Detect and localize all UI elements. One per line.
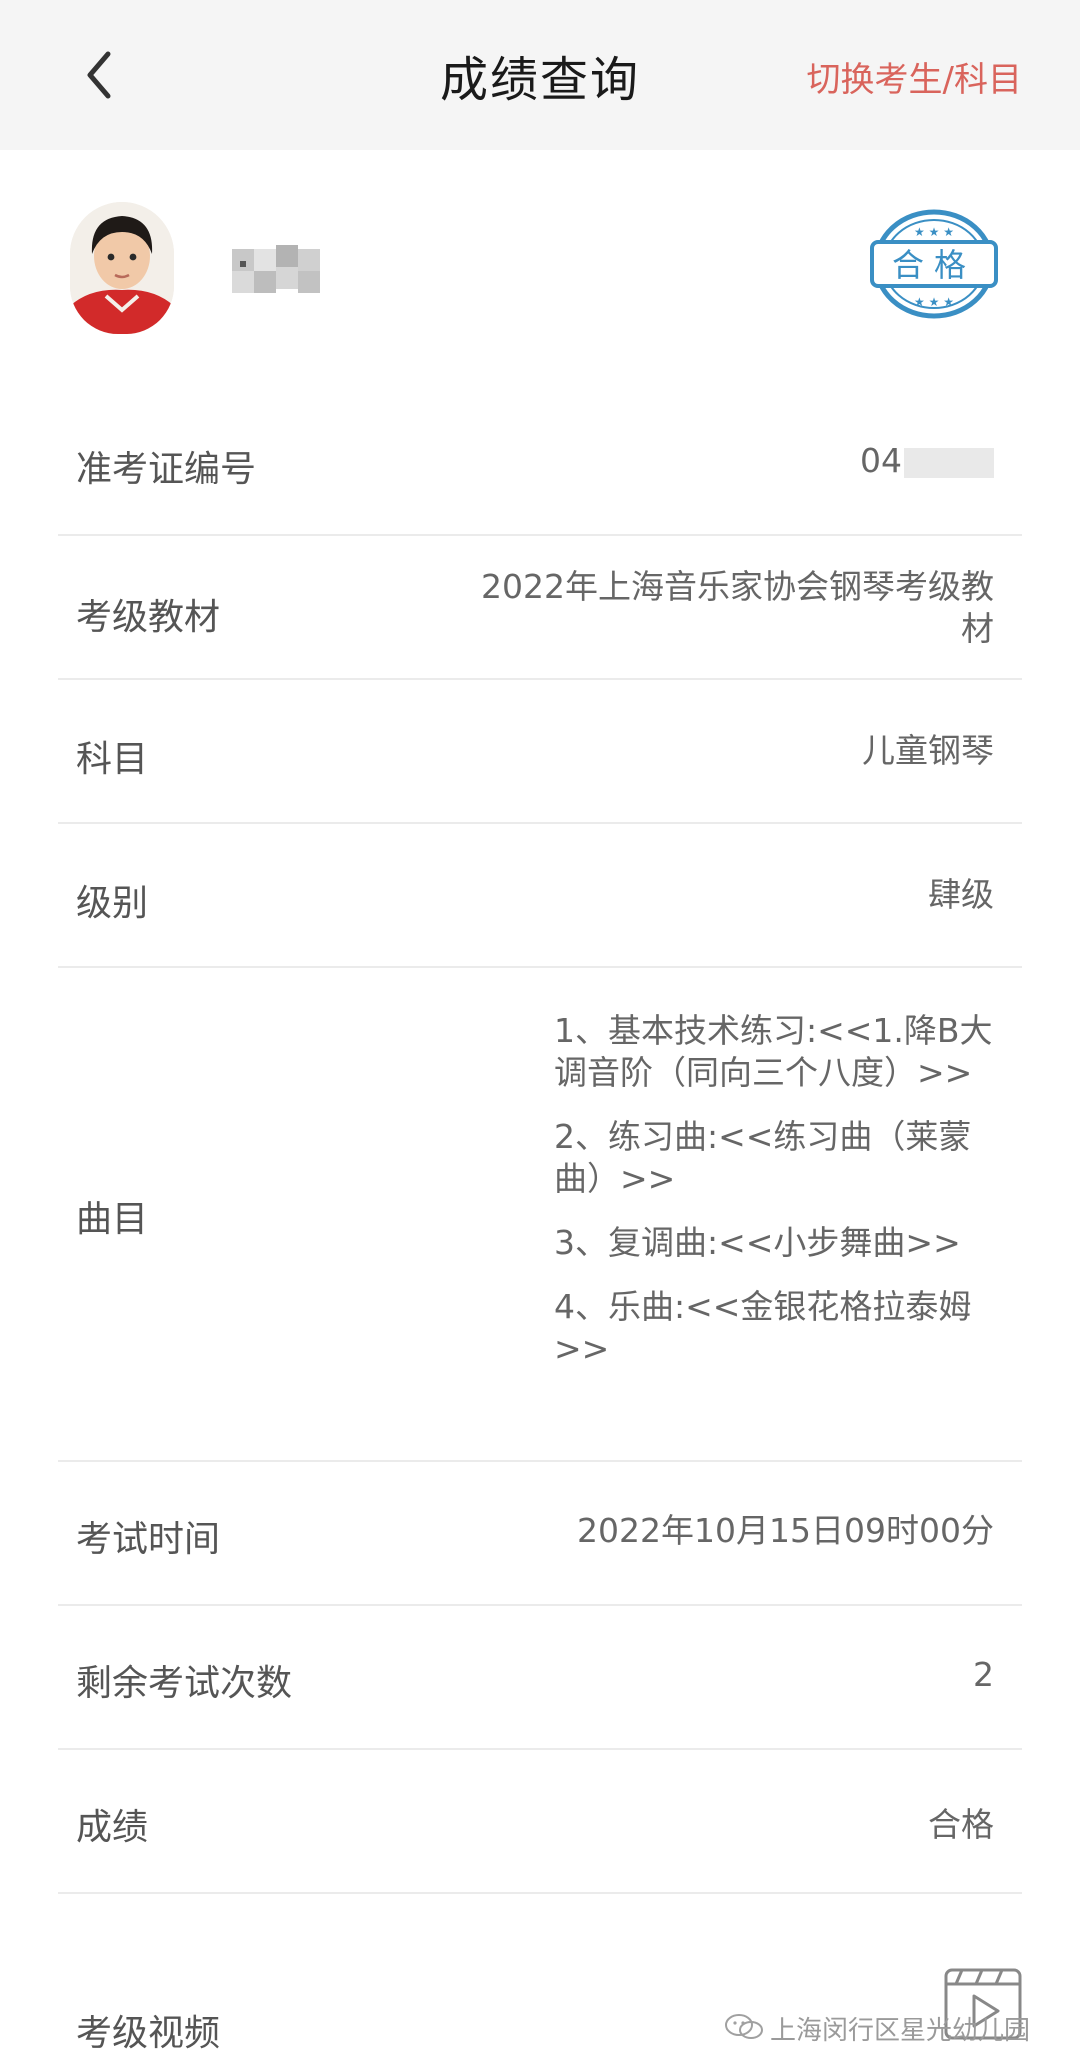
redacted-digits bbox=[904, 447, 994, 478]
exam-time-value: 2022年10月15日09时00分 bbox=[577, 1511, 994, 1550]
repertoire-item: 4、乐曲:<<金银花格拉泰姆>> bbox=[554, 1287, 972, 1368]
subject-label: 科目 bbox=[76, 739, 149, 780]
remaining-attempts-label: 剩余考试次数 bbox=[76, 1663, 293, 1704]
exam-time-label: 考试时间 bbox=[76, 1519, 221, 1560]
repertoire-row: 曲目 1、基本技术练习:<<1.降B大调音阶（同向三个八度）>> 2、练习曲:<… bbox=[58, 968, 1022, 1462]
switch-student-subject-link[interactable]: 切换考生/科目 bbox=[807, 52, 1022, 101]
level-row: 级别 肆级 bbox=[58, 824, 1022, 968]
remaining-attempts-value: 2 bbox=[973, 1655, 994, 1694]
ticket-number-label: 准考证编号 bbox=[76, 449, 257, 490]
svg-text:★ ★ ★: ★ ★ ★ bbox=[914, 225, 954, 239]
score-label: 成绩 bbox=[76, 1807, 149, 1848]
repertoire-item: 2、练习曲:<<练习曲（莱蒙曲）>> bbox=[554, 1117, 972, 1198]
textbook-label: 考级教材 bbox=[76, 597, 221, 638]
watermark-text: 上海闵行区星光幼儿园 bbox=[770, 2016, 1031, 2046]
repertoire-item: 1、基本技术练习:<<1.降B大调音阶（同向三个八度）>> bbox=[554, 1011, 993, 1092]
repertoire-list: 1、基本技术练习:<<1.降B大调音阶（同向三个八度）>> 2、练习曲:<<练习… bbox=[554, 1010, 994, 1392]
subject-value: 儿童钢琴 bbox=[862, 731, 994, 770]
student-name-blurred bbox=[232, 245, 320, 293]
remaining-attempts-row: 剩余考试次数 2 bbox=[58, 1606, 1022, 1750]
level-value: 肆级 bbox=[928, 875, 994, 914]
pass-stamp-icon: 合格 ★ ★ ★ ★ ★ ★ bbox=[870, 209, 998, 319]
subject-row: 科目 儿童钢琴 bbox=[58, 680, 1022, 824]
wechat-icon bbox=[725, 2014, 763, 2039]
level-label: 级别 bbox=[76, 883, 149, 924]
result-details: 准考证编号 04 考级教材 2022年上海音乐家协会钢琴考级教材 科目 儿童钢琴… bbox=[58, 390, 1022, 2054]
avatar bbox=[70, 202, 174, 334]
score-row: 成绩 合格 bbox=[58, 1750, 1022, 1894]
repertoire-label: 曲目 bbox=[76, 1199, 149, 1240]
top-bar: 成绩查询 切换考生/科目 bbox=[0, 0, 1080, 150]
score-value: 合格 bbox=[928, 1805, 994, 1844]
svg-text:★ ★ ★: ★ ★ ★ bbox=[914, 295, 954, 309]
ticket-number-row: 准考证编号 04 bbox=[58, 390, 1022, 536]
exam-video-label: 考级视频 bbox=[76, 2013, 221, 2054]
textbook-row: 考级教材 2022年上海音乐家协会钢琴考级教材 bbox=[58, 536, 1022, 680]
ticket-number-value: 04 bbox=[860, 440, 994, 482]
exam-time-row: 考试时间 2022年10月15日09时00分 bbox=[58, 1462, 1022, 1606]
textbook-value: 2022年上海音乐家协会钢琴考级教材 bbox=[481, 567, 994, 648]
repertoire-item: 3、复调曲:<<小步舞曲>> bbox=[554, 1223, 961, 1262]
svg-text:合格: 合格 bbox=[892, 246, 976, 284]
student-profile: 合格 ★ ★ ★ ★ ★ ★ bbox=[0, 150, 1080, 390]
